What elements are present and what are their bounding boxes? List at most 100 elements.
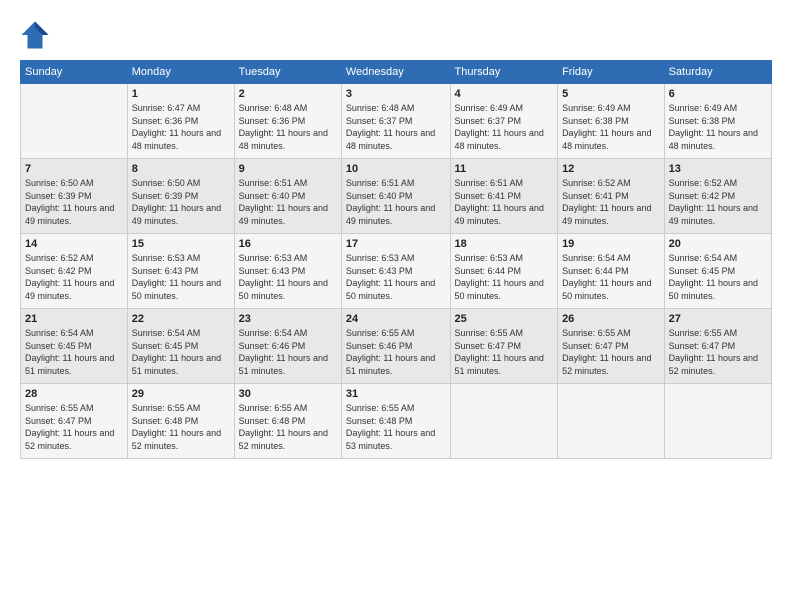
day-number: 5 bbox=[562, 88, 660, 100]
week-row-2: 7 Sunrise: 6:50 AMSunset: 6:39 PMDayligh… bbox=[21, 159, 772, 234]
day-detail: Sunrise: 6:52 AMSunset: 6:41 PMDaylight:… bbox=[562, 178, 651, 226]
calendar-table: SundayMondayTuesdayWednesdayThursdayFrid… bbox=[20, 60, 772, 459]
day-detail: Sunrise: 6:54 AMSunset: 6:45 PMDaylight:… bbox=[25, 328, 114, 376]
day-cell: 11 Sunrise: 6:51 AMSunset: 6:41 PMDaylig… bbox=[450, 159, 558, 234]
day-cell: 17 Sunrise: 6:53 AMSunset: 6:43 PMDaylig… bbox=[341, 234, 450, 309]
day-cell: 16 Sunrise: 6:53 AMSunset: 6:43 PMDaylig… bbox=[234, 234, 341, 309]
day-cell: 22 Sunrise: 6:54 AMSunset: 6:45 PMDaylig… bbox=[127, 309, 234, 384]
day-cell: 6 Sunrise: 6:49 AMSunset: 6:38 PMDayligh… bbox=[664, 84, 771, 159]
day-detail: Sunrise: 6:53 AMSunset: 6:43 PMDaylight:… bbox=[346, 253, 435, 301]
day-detail: Sunrise: 6:55 AMSunset: 6:46 PMDaylight:… bbox=[346, 328, 435, 376]
day-cell: 21 Sunrise: 6:54 AMSunset: 6:45 PMDaylig… bbox=[21, 309, 128, 384]
day-number: 23 bbox=[239, 313, 337, 325]
day-number: 11 bbox=[455, 163, 554, 175]
day-detail: Sunrise: 6:49 AMSunset: 6:38 PMDaylight:… bbox=[562, 103, 651, 151]
day-cell: 26 Sunrise: 6:55 AMSunset: 6:47 PMDaylig… bbox=[558, 309, 665, 384]
day-number: 2 bbox=[239, 88, 337, 100]
day-cell: 15 Sunrise: 6:53 AMSunset: 6:43 PMDaylig… bbox=[127, 234, 234, 309]
weekday-thursday: Thursday bbox=[450, 61, 558, 84]
day-cell: 8 Sunrise: 6:50 AMSunset: 6:39 PMDayligh… bbox=[127, 159, 234, 234]
day-cell: 24 Sunrise: 6:55 AMSunset: 6:46 PMDaylig… bbox=[341, 309, 450, 384]
day-cell bbox=[558, 384, 665, 459]
day-detail: Sunrise: 6:55 AMSunset: 6:48 PMDaylight:… bbox=[132, 403, 221, 451]
day-cell: 31 Sunrise: 6:55 AMSunset: 6:48 PMDaylig… bbox=[341, 384, 450, 459]
day-number: 27 bbox=[669, 313, 767, 325]
day-detail: Sunrise: 6:55 AMSunset: 6:47 PMDaylight:… bbox=[562, 328, 651, 376]
day-number: 6 bbox=[669, 88, 767, 100]
week-row-5: 28 Sunrise: 6:55 AMSunset: 6:47 PMDaylig… bbox=[21, 384, 772, 459]
day-cell: 27 Sunrise: 6:55 AMSunset: 6:47 PMDaylig… bbox=[664, 309, 771, 384]
day-detail: Sunrise: 6:54 AMSunset: 6:45 PMDaylight:… bbox=[669, 253, 758, 301]
weekday-monday: Monday bbox=[127, 61, 234, 84]
day-cell: 20 Sunrise: 6:54 AMSunset: 6:45 PMDaylig… bbox=[664, 234, 771, 309]
day-detail: Sunrise: 6:53 AMSunset: 6:44 PMDaylight:… bbox=[455, 253, 544, 301]
week-row-3: 14 Sunrise: 6:52 AMSunset: 6:42 PMDaylig… bbox=[21, 234, 772, 309]
day-number: 12 bbox=[562, 163, 660, 175]
day-number: 7 bbox=[25, 163, 123, 175]
day-number: 15 bbox=[132, 238, 230, 250]
day-cell: 28 Sunrise: 6:55 AMSunset: 6:47 PMDaylig… bbox=[21, 384, 128, 459]
day-detail: Sunrise: 6:53 AMSunset: 6:43 PMDaylight:… bbox=[239, 253, 328, 301]
week-row-4: 21 Sunrise: 6:54 AMSunset: 6:45 PMDaylig… bbox=[21, 309, 772, 384]
day-detail: Sunrise: 6:54 AMSunset: 6:44 PMDaylight:… bbox=[562, 253, 651, 301]
logo-icon bbox=[20, 20, 50, 50]
day-number: 1 bbox=[132, 88, 230, 100]
day-detail: Sunrise: 6:53 AMSunset: 6:43 PMDaylight:… bbox=[132, 253, 221, 301]
day-number: 8 bbox=[132, 163, 230, 175]
day-number: 26 bbox=[562, 313, 660, 325]
day-detail: Sunrise: 6:48 AMSunset: 6:36 PMDaylight:… bbox=[239, 103, 328, 151]
week-row-1: 1 Sunrise: 6:47 AMSunset: 6:36 PMDayligh… bbox=[21, 84, 772, 159]
day-cell: 2 Sunrise: 6:48 AMSunset: 6:36 PMDayligh… bbox=[234, 84, 341, 159]
weekday-wednesday: Wednesday bbox=[341, 61, 450, 84]
weekday-sunday: Sunday bbox=[21, 61, 128, 84]
day-cell: 29 Sunrise: 6:55 AMSunset: 6:48 PMDaylig… bbox=[127, 384, 234, 459]
day-number: 30 bbox=[239, 388, 337, 400]
day-number: 16 bbox=[239, 238, 337, 250]
day-cell: 10 Sunrise: 6:51 AMSunset: 6:40 PMDaylig… bbox=[341, 159, 450, 234]
day-number: 21 bbox=[25, 313, 123, 325]
day-number: 3 bbox=[346, 88, 446, 100]
day-number: 10 bbox=[346, 163, 446, 175]
day-number: 31 bbox=[346, 388, 446, 400]
header bbox=[20, 20, 772, 50]
day-cell bbox=[450, 384, 558, 459]
day-number: 14 bbox=[25, 238, 123, 250]
day-number: 17 bbox=[346, 238, 446, 250]
day-number: 4 bbox=[455, 88, 554, 100]
day-number: 25 bbox=[455, 313, 554, 325]
day-number: 18 bbox=[455, 238, 554, 250]
day-cell: 1 Sunrise: 6:47 AMSunset: 6:36 PMDayligh… bbox=[127, 84, 234, 159]
day-detail: Sunrise: 6:55 AMSunset: 6:47 PMDaylight:… bbox=[455, 328, 544, 376]
day-detail: Sunrise: 6:55 AMSunset: 6:48 PMDaylight:… bbox=[346, 403, 435, 451]
day-detail: Sunrise: 6:52 AMSunset: 6:42 PMDaylight:… bbox=[669, 178, 758, 226]
day-number: 29 bbox=[132, 388, 230, 400]
day-cell: 3 Sunrise: 6:48 AMSunset: 6:37 PMDayligh… bbox=[341, 84, 450, 159]
day-number: 22 bbox=[132, 313, 230, 325]
day-detail: Sunrise: 6:47 AMSunset: 6:36 PMDaylight:… bbox=[132, 103, 221, 151]
day-detail: Sunrise: 6:55 AMSunset: 6:47 PMDaylight:… bbox=[669, 328, 758, 376]
day-detail: Sunrise: 6:51 AMSunset: 6:40 PMDaylight:… bbox=[239, 178, 328, 226]
day-number: 13 bbox=[669, 163, 767, 175]
day-detail: Sunrise: 6:50 AMSunset: 6:39 PMDaylight:… bbox=[132, 178, 221, 226]
day-detail: Sunrise: 6:51 AMSunset: 6:41 PMDaylight:… bbox=[455, 178, 544, 226]
day-cell: 9 Sunrise: 6:51 AMSunset: 6:40 PMDayligh… bbox=[234, 159, 341, 234]
day-cell: 12 Sunrise: 6:52 AMSunset: 6:41 PMDaylig… bbox=[558, 159, 665, 234]
weekday-tuesday: Tuesday bbox=[234, 61, 341, 84]
weekday-header-row: SundayMondayTuesdayWednesdayThursdayFrid… bbox=[21, 61, 772, 84]
day-number: 24 bbox=[346, 313, 446, 325]
day-detail: Sunrise: 6:54 AMSunset: 6:46 PMDaylight:… bbox=[239, 328, 328, 376]
day-cell: 25 Sunrise: 6:55 AMSunset: 6:47 PMDaylig… bbox=[450, 309, 558, 384]
page: SundayMondayTuesdayWednesdayThursdayFrid… bbox=[0, 0, 792, 612]
day-number: 19 bbox=[562, 238, 660, 250]
day-number: 20 bbox=[669, 238, 767, 250]
day-cell: 5 Sunrise: 6:49 AMSunset: 6:38 PMDayligh… bbox=[558, 84, 665, 159]
logo bbox=[20, 20, 54, 50]
weekday-saturday: Saturday bbox=[664, 61, 771, 84]
day-detail: Sunrise: 6:49 AMSunset: 6:38 PMDaylight:… bbox=[669, 103, 758, 151]
day-cell: 23 Sunrise: 6:54 AMSunset: 6:46 PMDaylig… bbox=[234, 309, 341, 384]
day-cell: 13 Sunrise: 6:52 AMSunset: 6:42 PMDaylig… bbox=[664, 159, 771, 234]
day-detail: Sunrise: 6:52 AMSunset: 6:42 PMDaylight:… bbox=[25, 253, 114, 301]
day-number: 28 bbox=[25, 388, 123, 400]
day-detail: Sunrise: 6:55 AMSunset: 6:48 PMDaylight:… bbox=[239, 403, 328, 451]
day-detail: Sunrise: 6:50 AMSunset: 6:39 PMDaylight:… bbox=[25, 178, 114, 226]
